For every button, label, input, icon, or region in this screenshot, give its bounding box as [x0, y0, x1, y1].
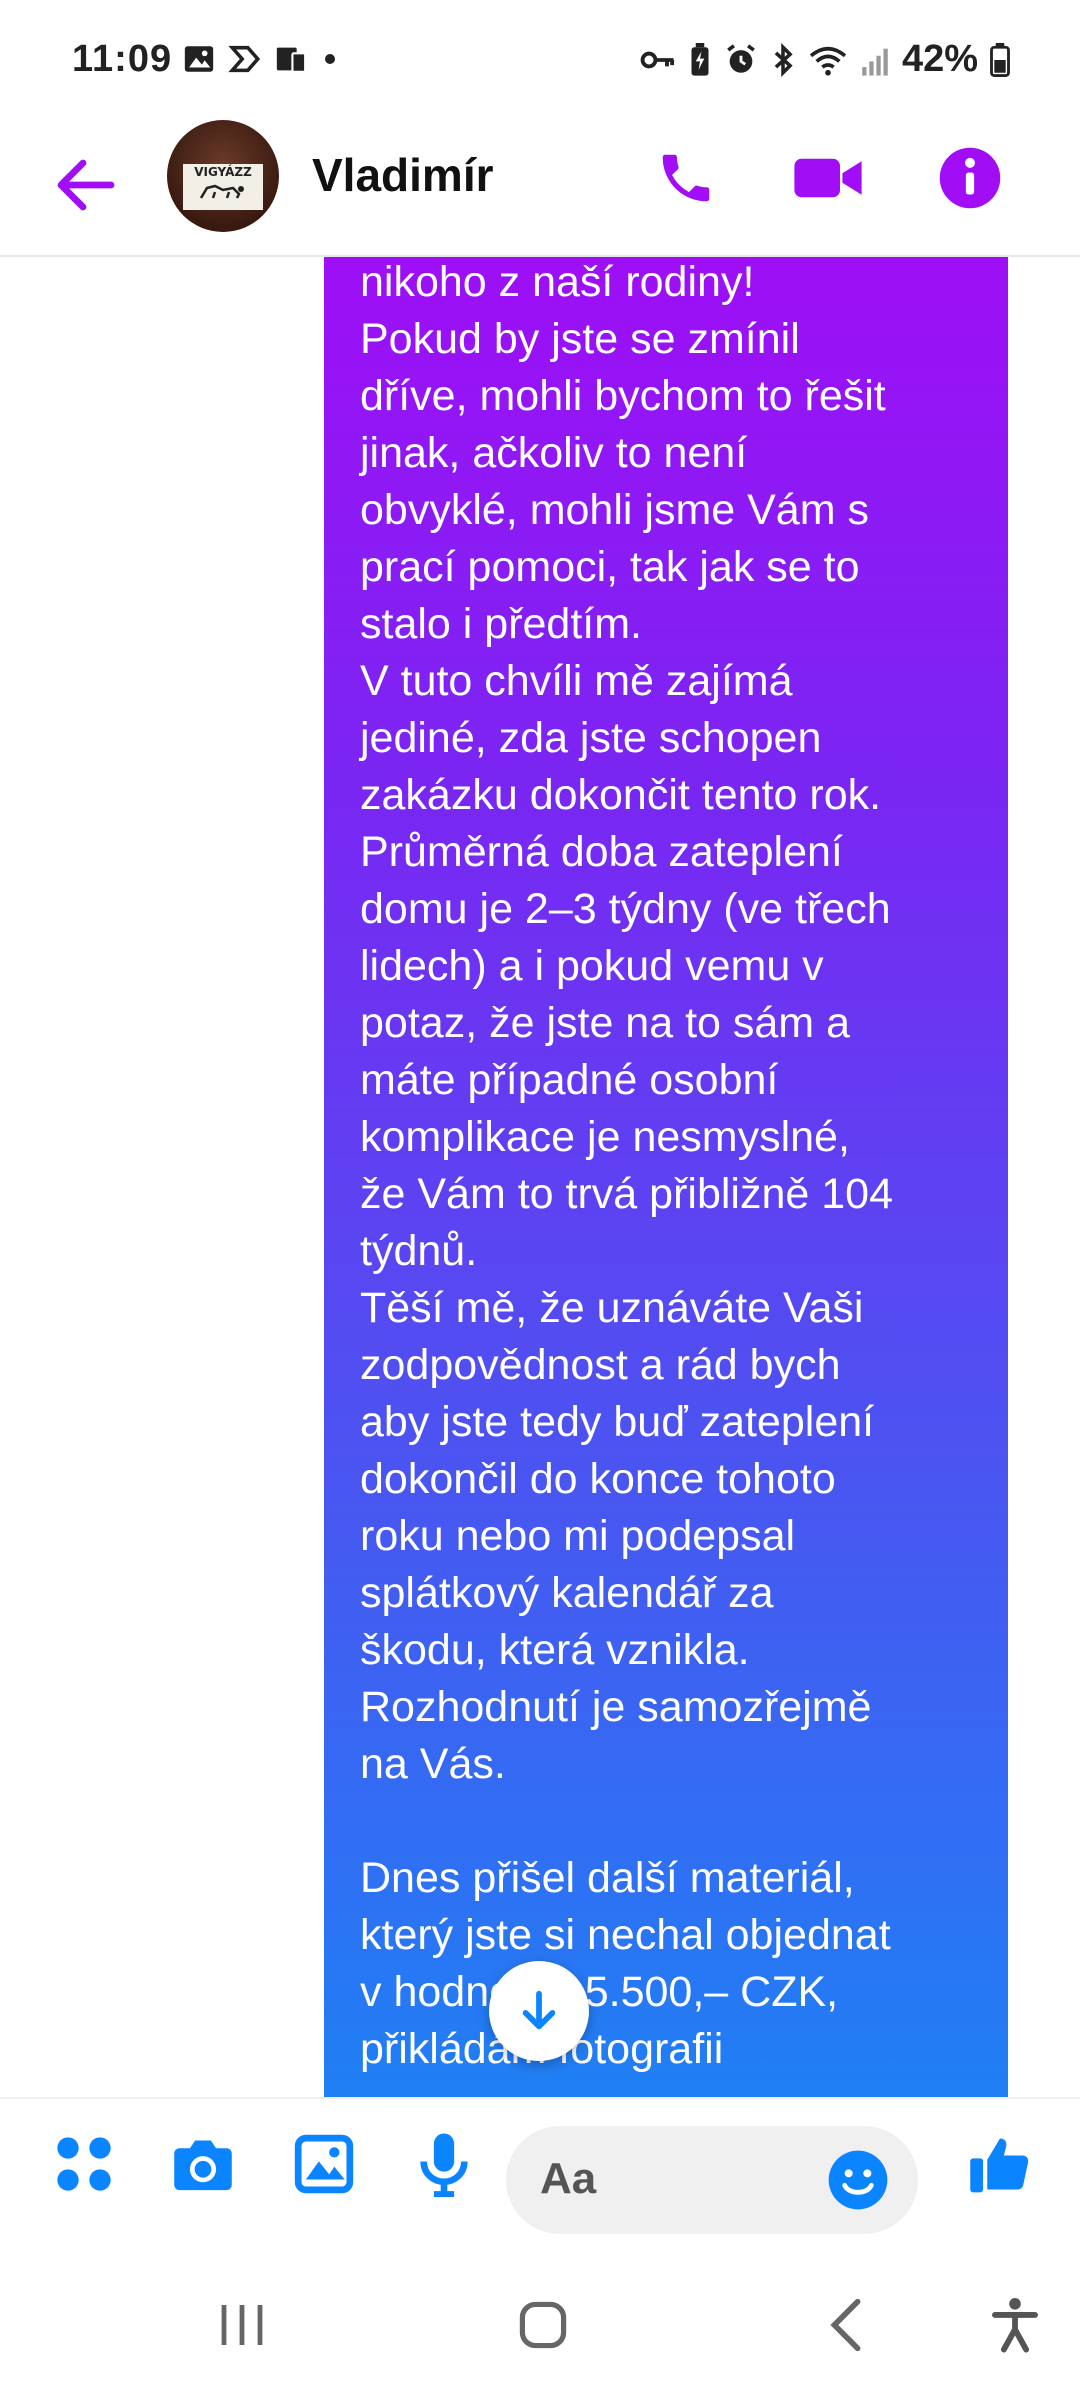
signal-icon [862, 48, 888, 76]
camera-icon [174, 2140, 232, 2191]
accessibility-button[interactable] [965, 2280, 1065, 2370]
wifi-icon [809, 46, 847, 76]
message-input[interactable]: Aa [506, 2126, 918, 2234]
accessibility-icon [992, 2298, 1038, 2353]
video-call-button[interactable] [788, 138, 868, 218]
gallery-notification-icon [184, 46, 214, 72]
bluetooth-icon [774, 42, 793, 77]
app-notification-icon [228, 45, 261, 73]
voice-message-button[interactable] [406, 2126, 482, 2202]
emoji-button[interactable] [820, 2142, 896, 2218]
message-composer: Aa [0, 2097, 1080, 2234]
microphone-icon [420, 2133, 468, 2197]
battery-saver-icon [691, 42, 709, 76]
dot-icon [325, 54, 335, 64]
recent-apps-button[interactable] [192, 2280, 292, 2370]
info-icon [939, 147, 1001, 209]
image-icon [294, 2134, 354, 2194]
conversation-info-button[interactable] [930, 138, 1010, 218]
avatar-sign: VIGYÁZZ [183, 164, 263, 210]
scroll-to-bottom-button[interactable] [489, 1961, 589, 2061]
video-camera-icon [794, 158, 862, 198]
voice-call-button[interactable] [646, 138, 726, 218]
contact-avatar[interactable]: VIGYÁZZ [167, 120, 279, 232]
phone-icon [662, 154, 710, 202]
device-notification-icon [276, 47, 307, 73]
conversation-header: VIGYÁZZ Vladimír [0, 120, 1080, 257]
recents-icon [221, 2305, 263, 2345]
avatar-dog-graphic [199, 184, 244, 199]
message-list[interactable]: není snadná situace. Pro nikoho z naší r… [0, 257, 1080, 2097]
home-button[interactable] [493, 2280, 593, 2370]
arrow-down-icon [522, 1990, 556, 2030]
battery-percent: 42% [901, 38, 978, 80]
back-navigation-button[interactable] [796, 2280, 896, 2370]
key-icon [640, 51, 675, 68]
chevron-left-icon [830, 2298, 861, 2352]
like-button[interactable] [962, 2126, 1038, 2202]
gallery-button[interactable] [286, 2126, 362, 2202]
apps-grid-icon [57, 2137, 111, 2191]
emoji-icon [828, 2150, 888, 2210]
camera-button[interactable] [165, 2126, 241, 2202]
battery-icon [990, 42, 1010, 77]
alarm-icon [727, 43, 755, 73]
back-arrow-icon [57, 159, 115, 211]
status-bar: 11:09 42% [0, 0, 1080, 120]
avatar-sign-text: VIGYÁZZ [194, 165, 252, 179]
thumbs-up-icon [970, 2138, 1029, 2193]
message-input-placeholder: Aa [540, 2154, 597, 2203]
status-time: 11:09 [72, 38, 173, 80]
back-button[interactable] [50, 140, 120, 230]
system-navigation-bar [0, 2250, 1080, 2400]
more-actions-button[interactable] [46, 2126, 122, 2202]
contact-name[interactable]: Vladimír [312, 148, 494, 202]
sent-message-bubble[interactable]: není snadná situace. Pro nikoho z naší r… [324, 257, 1008, 2097]
home-icon [519, 2301, 567, 2349]
notification-icons [182, 42, 340, 76]
system-status-icons: 42% [640, 38, 1010, 81]
